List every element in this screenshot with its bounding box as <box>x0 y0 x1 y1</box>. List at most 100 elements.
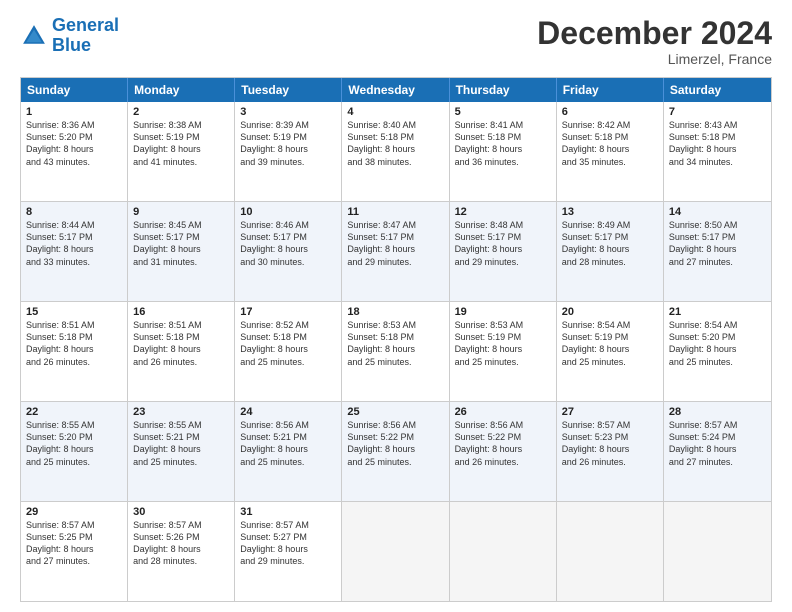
cell-content: Sunrise: 8:38 AMSunset: 5:19 PMDaylight:… <box>133 119 229 168</box>
day-number: 25 <box>347 406 443 418</box>
day-number: 17 <box>240 306 336 318</box>
logo-blue: Blue <box>52 35 91 55</box>
calendar-row-5: 29Sunrise: 8:57 AMSunset: 5:25 PMDayligh… <box>21 501 771 601</box>
table-row: 28Sunrise: 8:57 AMSunset: 5:24 PMDayligh… <box>664 402 771 501</box>
cell-content: Sunrise: 8:53 AMSunset: 5:18 PMDaylight:… <box>347 319 443 368</box>
day-number: 26 <box>455 406 551 418</box>
day-number: 7 <box>669 106 766 118</box>
cell-content: Sunrise: 8:56 AMSunset: 5:22 PMDaylight:… <box>347 419 443 468</box>
table-row: 17Sunrise: 8:52 AMSunset: 5:18 PMDayligh… <box>235 302 342 401</box>
header-thursday: Thursday <box>450 78 557 102</box>
cell-content: Sunrise: 8:55 AMSunset: 5:20 PMDaylight:… <box>26 419 122 468</box>
day-number: 22 <box>26 406 122 418</box>
table-row: 3Sunrise: 8:39 AMSunset: 5:19 PMDaylight… <box>235 102 342 201</box>
cell-content: Sunrise: 8:46 AMSunset: 5:17 PMDaylight:… <box>240 219 336 268</box>
table-row: 26Sunrise: 8:56 AMSunset: 5:22 PMDayligh… <box>450 402 557 501</box>
cell-content: Sunrise: 8:53 AMSunset: 5:19 PMDaylight:… <box>455 319 551 368</box>
day-number: 6 <box>562 106 658 118</box>
table-row: 22Sunrise: 8:55 AMSunset: 5:20 PMDayligh… <box>21 402 128 501</box>
day-number: 16 <box>133 306 229 318</box>
day-number: 3 <box>240 106 336 118</box>
cell-content: Sunrise: 8:48 AMSunset: 5:17 PMDaylight:… <box>455 219 551 268</box>
table-row: 2Sunrise: 8:38 AMSunset: 5:19 PMDaylight… <box>128 102 235 201</box>
table-row: 23Sunrise: 8:55 AMSunset: 5:21 PMDayligh… <box>128 402 235 501</box>
header-monday: Monday <box>128 78 235 102</box>
table-row: 8Sunrise: 8:44 AMSunset: 5:17 PMDaylight… <box>21 202 128 301</box>
cell-content: Sunrise: 8:49 AMSunset: 5:17 PMDaylight:… <box>562 219 658 268</box>
cell-content: Sunrise: 8:44 AMSunset: 5:17 PMDaylight:… <box>26 219 122 268</box>
table-row: 21Sunrise: 8:54 AMSunset: 5:20 PMDayligh… <box>664 302 771 401</box>
table-row: 27Sunrise: 8:57 AMSunset: 5:23 PMDayligh… <box>557 402 664 501</box>
table-row <box>664 502 771 601</box>
cell-content: Sunrise: 8:56 AMSunset: 5:21 PMDaylight:… <box>240 419 336 468</box>
calendar-header: Sunday Monday Tuesday Wednesday Thursday… <box>21 78 771 102</box>
day-number: 27 <box>562 406 658 418</box>
table-row: 1Sunrise: 8:36 AMSunset: 5:20 PMDaylight… <box>21 102 128 201</box>
table-row: 4Sunrise: 8:40 AMSunset: 5:18 PMDaylight… <box>342 102 449 201</box>
day-number: 5 <box>455 106 551 118</box>
cell-content: Sunrise: 8:55 AMSunset: 5:21 PMDaylight:… <box>133 419 229 468</box>
cell-content: Sunrise: 8:47 AMSunset: 5:17 PMDaylight:… <box>347 219 443 268</box>
table-row: 19Sunrise: 8:53 AMSunset: 5:19 PMDayligh… <box>450 302 557 401</box>
table-row: 12Sunrise: 8:48 AMSunset: 5:17 PMDayligh… <box>450 202 557 301</box>
cell-content: Sunrise: 8:42 AMSunset: 5:18 PMDaylight:… <box>562 119 658 168</box>
cell-content: Sunrise: 8:50 AMSunset: 5:17 PMDaylight:… <box>669 219 766 268</box>
table-row: 18Sunrise: 8:53 AMSunset: 5:18 PMDayligh… <box>342 302 449 401</box>
cell-content: Sunrise: 8:51 AMSunset: 5:18 PMDaylight:… <box>26 319 122 368</box>
header-wednesday: Wednesday <box>342 78 449 102</box>
day-number: 29 <box>26 506 122 518</box>
table-row: 11Sunrise: 8:47 AMSunset: 5:17 PMDayligh… <box>342 202 449 301</box>
day-number: 1 <box>26 106 122 118</box>
table-row: 14Sunrise: 8:50 AMSunset: 5:17 PMDayligh… <box>664 202 771 301</box>
header-saturday: Saturday <box>664 78 771 102</box>
table-row: 16Sunrise: 8:51 AMSunset: 5:18 PMDayligh… <box>128 302 235 401</box>
cell-content: Sunrise: 8:41 AMSunset: 5:18 PMDaylight:… <box>455 119 551 168</box>
day-number: 21 <box>669 306 766 318</box>
table-row: 30Sunrise: 8:57 AMSunset: 5:26 PMDayligh… <box>128 502 235 601</box>
calendar-body: 1Sunrise: 8:36 AMSunset: 5:20 PMDaylight… <box>21 102 771 601</box>
table-row: 7Sunrise: 8:43 AMSunset: 5:18 PMDaylight… <box>664 102 771 201</box>
day-number: 19 <box>455 306 551 318</box>
day-number: 9 <box>133 206 229 218</box>
cell-content: Sunrise: 8:36 AMSunset: 5:20 PMDaylight:… <box>26 119 122 168</box>
cell-content: Sunrise: 8:56 AMSunset: 5:22 PMDaylight:… <box>455 419 551 468</box>
day-number: 10 <box>240 206 336 218</box>
cell-content: Sunrise: 8:57 AMSunset: 5:23 PMDaylight:… <box>562 419 658 468</box>
day-number: 20 <box>562 306 658 318</box>
cell-content: Sunrise: 8:57 AMSunset: 5:25 PMDaylight:… <box>26 519 122 568</box>
cell-content: Sunrise: 8:54 AMSunset: 5:19 PMDaylight:… <box>562 319 658 368</box>
table-row: 6Sunrise: 8:42 AMSunset: 5:18 PMDaylight… <box>557 102 664 201</box>
cell-content: Sunrise: 8:57 AMSunset: 5:27 PMDaylight:… <box>240 519 336 568</box>
table-row <box>450 502 557 601</box>
title-block: December 2024 Limerzel, France <box>537 16 772 67</box>
day-number: 13 <box>562 206 658 218</box>
cell-content: Sunrise: 8:40 AMSunset: 5:18 PMDaylight:… <box>347 119 443 168</box>
day-number: 24 <box>240 406 336 418</box>
header-tuesday: Tuesday <box>235 78 342 102</box>
header-friday: Friday <box>557 78 664 102</box>
day-number: 23 <box>133 406 229 418</box>
location: Limerzel, France <box>537 51 772 67</box>
calendar-row-4: 22Sunrise: 8:55 AMSunset: 5:20 PMDayligh… <box>21 401 771 501</box>
page: General Blue December 2024 Limerzel, Fra… <box>0 0 792 612</box>
calendar: Sunday Monday Tuesday Wednesday Thursday… <box>20 77 772 602</box>
header-sunday: Sunday <box>21 78 128 102</box>
day-number: 14 <box>669 206 766 218</box>
table-row: 20Sunrise: 8:54 AMSunset: 5:19 PMDayligh… <box>557 302 664 401</box>
cell-content: Sunrise: 8:43 AMSunset: 5:18 PMDaylight:… <box>669 119 766 168</box>
cell-content: Sunrise: 8:45 AMSunset: 5:17 PMDaylight:… <box>133 219 229 268</box>
cell-content: Sunrise: 8:51 AMSunset: 5:18 PMDaylight:… <box>133 319 229 368</box>
logo-general: General <box>52 15 119 35</box>
table-row <box>342 502 449 601</box>
calendar-row-1: 1Sunrise: 8:36 AMSunset: 5:20 PMDaylight… <box>21 102 771 201</box>
day-number: 28 <box>669 406 766 418</box>
table-row: 5Sunrise: 8:41 AMSunset: 5:18 PMDaylight… <box>450 102 557 201</box>
logo-text: General Blue <box>52 16 119 56</box>
table-row: 9Sunrise: 8:45 AMSunset: 5:17 PMDaylight… <box>128 202 235 301</box>
day-number: 2 <box>133 106 229 118</box>
logo: General Blue <box>20 16 119 56</box>
day-number: 11 <box>347 206 443 218</box>
table-row: 31Sunrise: 8:57 AMSunset: 5:27 PMDayligh… <box>235 502 342 601</box>
day-number: 30 <box>133 506 229 518</box>
logo-icon <box>20 22 48 50</box>
